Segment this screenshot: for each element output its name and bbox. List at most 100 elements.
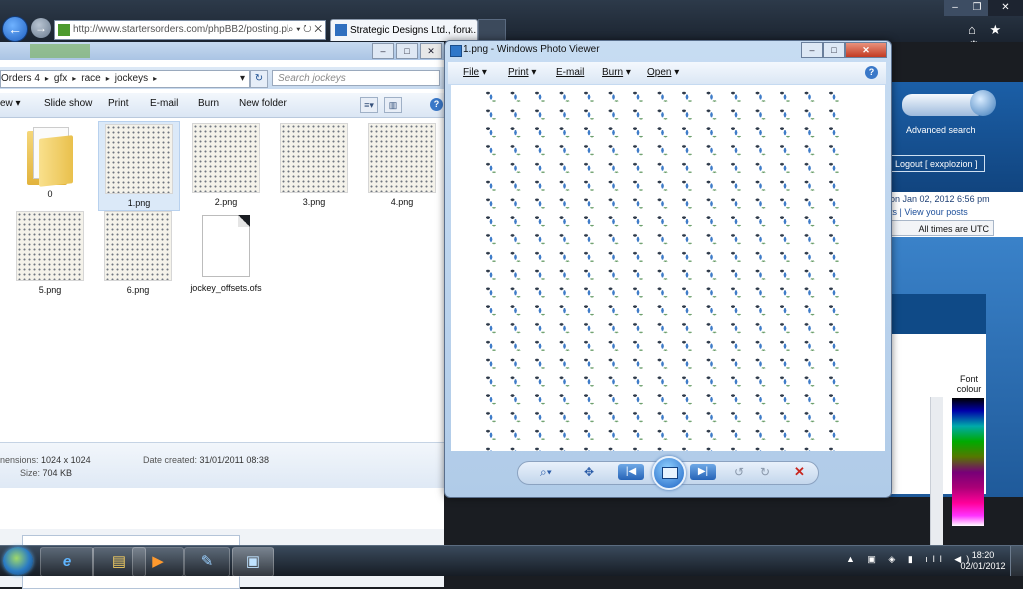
file-name: 3.png — [302, 197, 326, 207]
zoom-icon[interactable]: ⌕▾ — [540, 465, 552, 480]
tab-favicon-icon — [335, 24, 347, 36]
forward-button[interactable]: → — [31, 18, 51, 38]
menu-file[interactable]: File ▾ — [463, 67, 487, 78]
actual-size-icon[interactable]: ✥ — [584, 465, 594, 479]
explorer-maximize-button[interactable]: □ — [396, 43, 418, 59]
forum-panel-header — [890, 294, 986, 334]
slideshow-screen-icon — [662, 467, 678, 479]
taskbar-photo-viewer[interactable]: ▣ — [232, 547, 274, 577]
explorer-titlebar: – □ ✕ — [0, 42, 444, 60]
preview-pane-icon[interactable]: ▥ — [384, 97, 402, 113]
back-button[interactable]: ← — [2, 16, 28, 42]
breadcrumb-separator-icon: ▸ — [105, 74, 110, 83]
change-view-icon[interactable]: ≡▾ — [360, 97, 378, 113]
image-thumbnail — [368, 123, 436, 193]
tab-strategic-designs[interactable]: Strategic Designs Ltd., foru... × — [330, 19, 478, 41]
tab-close-icon[interactable]: × — [467, 20, 473, 41]
address-tools-icon[interactable]: ⌕ ▾ ↻ ✕ — [287, 21, 322, 39]
browser-close-button[interactable]: ✕ — [988, 0, 1023, 16]
list-item[interactable]: 5.png — [10, 211, 90, 295]
browser-minimize-button[interactable]: – — [944, 0, 966, 16]
font-colour-label: Font colour — [956, 374, 982, 394]
explorer-close-button[interactable]: ✕ — [420, 43, 442, 59]
textarea-scrollbar[interactable] — [930, 397, 943, 545]
email-button[interactable]: E-mail — [150, 98, 178, 109]
menu-burn[interactable]: Burn ▾ — [602, 67, 631, 78]
help-icon[interactable]: ? — [430, 98, 443, 111]
last-visit-text: on Jan 02, 2012 6:56 pm — [890, 194, 990, 204]
list-item[interactable]: 1.png — [98, 121, 180, 211]
view-posts-link[interactable]: ts | View your posts — [890, 207, 968, 217]
canvas-margin — [853, 85, 885, 451]
menu-email[interactable]: E-mail — [556, 67, 584, 78]
taskbar-media-player[interactable]: ▶ — [132, 547, 184, 577]
viewer-close-button[interactable]: ✕ — [845, 42, 887, 58]
rotate-clockwise-icon[interactable]: ↻ — [760, 465, 770, 479]
breadcrumb-dropdown-icon[interactable]: ▾ — [240, 71, 245, 87]
show-desktop-button[interactable] — [1010, 546, 1023, 576]
explorer-toolbar: ew ▾ Slide show Print E-mail Burn New fo… — [0, 93, 444, 118]
explorer-window: – □ ✕ Orders 4 ▸ gfx ▸ race ▸ jockeys ▸ ▾ ↻ Searc… — [0, 42, 444, 589]
new-tab-button[interactable] — [478, 19, 506, 42]
start-button[interactable] — [3, 547, 33, 575]
delete-icon[interactable]: ✕ — [794, 464, 805, 480]
address-bar[interactable]: http://www.startersorders.com/phpBB2/pos… — [54, 20, 326, 40]
list-item[interactable]: 0 — [10, 121, 90, 199]
taskbar-tool[interactable]: ✎ — [184, 547, 230, 577]
menu-print[interactable]: Print ▾ — [508, 67, 536, 78]
breadcrumb[interactable]: Orders 4 ▸ gfx ▸ race ▸ jockeys ▸ ▾ — [0, 70, 250, 88]
print-button[interactable]: Print — [108, 98, 129, 109]
breadcrumb-item[interactable]: gfx — [54, 73, 67, 84]
file-list: 0 1.png 2.png 3.png 4.png 5.png 6.png jo… — [0, 119, 444, 434]
logout-link[interactable]: Logout [ exxplozion ] — [890, 155, 985, 172]
explorer-minimize-button[interactable]: – — [372, 43, 394, 59]
system-tray-icons[interactable]: ▲ ▣ ◈ ▮ ıll ◀) — [846, 554, 974, 565]
colour-palette[interactable] — [952, 398, 984, 526]
view-menu-button[interactable]: ew ▾ — [0, 98, 21, 109]
viewer-maximize-button[interactable]: □ — [823, 42, 845, 58]
dimensions-value: 1024 x 1024 — [41, 455, 91, 465]
search-input[interactable]: Search jockeys — [272, 70, 440, 86]
help-icon[interactable]: ? — [865, 66, 878, 79]
menu-open[interactable]: Open ▾ — [647, 67, 679, 78]
file-name: 1.png — [127, 198, 151, 208]
advanced-search-link[interactable]: Advanced search — [906, 125, 976, 135]
next-button[interactable]: ▶| — [690, 464, 716, 480]
viewer-minimize-button[interactable]: – — [801, 42, 823, 58]
file-name: 6.png — [126, 285, 150, 295]
forum-search-box[interactable] — [902, 90, 996, 116]
image-canvas[interactable] — [451, 85, 885, 451]
taskbar-ie[interactable]: e — [40, 547, 94, 577]
list-item[interactable]: 6.png — [98, 211, 178, 295]
clock[interactable]: 18:20 02/01/2012 — [958, 550, 1008, 572]
breadcrumb-item[interactable]: race — [81, 73, 100, 84]
list-item[interactable]: 4.png — [362, 123, 442, 207]
refresh-icon[interactable]: ↻ — [250, 70, 268, 88]
list-item[interactable]: 2.png — [186, 123, 266, 207]
explorer-window-controls: – □ ✕ — [370, 43, 442, 59]
rotate-counterclockwise-icon[interactable]: ↺ — [734, 465, 744, 479]
viewer-controls-bar: ⌕▾ ✥ |◀ ▶| ↺ ↻ ✕ — [445, 451, 891, 497]
clock-date: 02/01/2012 — [960, 561, 1006, 571]
new-folder-button[interactable]: New folder — [239, 98, 287, 109]
breadcrumb-item[interactable]: jockeys — [115, 73, 148, 84]
browser-maximize-button[interactable]: ❐ — [966, 0, 988, 16]
back-arrow-icon: ← — [8, 21, 22, 37]
slideshow-play-button[interactable] — [652, 456, 686, 490]
search-go-icon[interactable] — [970, 90, 996, 116]
photo-viewer-icon — [450, 45, 462, 57]
dimensions-label: nensions: — [0, 455, 39, 465]
burn-button[interactable]: Burn — [198, 98, 219, 109]
explorer-address-row: Orders 4 ▸ gfx ▸ race ▸ jockeys ▸ ▾ ↻ Search jo… — [0, 67, 444, 89]
previous-button[interactable]: |◀ — [618, 464, 644, 480]
slideshow-button[interactable]: Slide show — [44, 98, 92, 109]
breadcrumb-separator-icon: ▸ — [72, 74, 77, 83]
forum-page: Advanced search Logout [ exxplozion ] on… — [890, 42, 1023, 545]
list-item[interactable]: 3.png — [274, 123, 354, 207]
canvas-margin — [451, 85, 485, 451]
site-favicon-icon — [58, 24, 70, 36]
breadcrumb-item[interactable]: Orders 4 — [1, 73, 40, 84]
image-thumbnail — [16, 211, 84, 281]
window-title: 1.png - Windows Photo Viewer — [463, 44, 600, 55]
list-item[interactable]: jockey_offsets.ofs — [186, 213, 266, 293]
